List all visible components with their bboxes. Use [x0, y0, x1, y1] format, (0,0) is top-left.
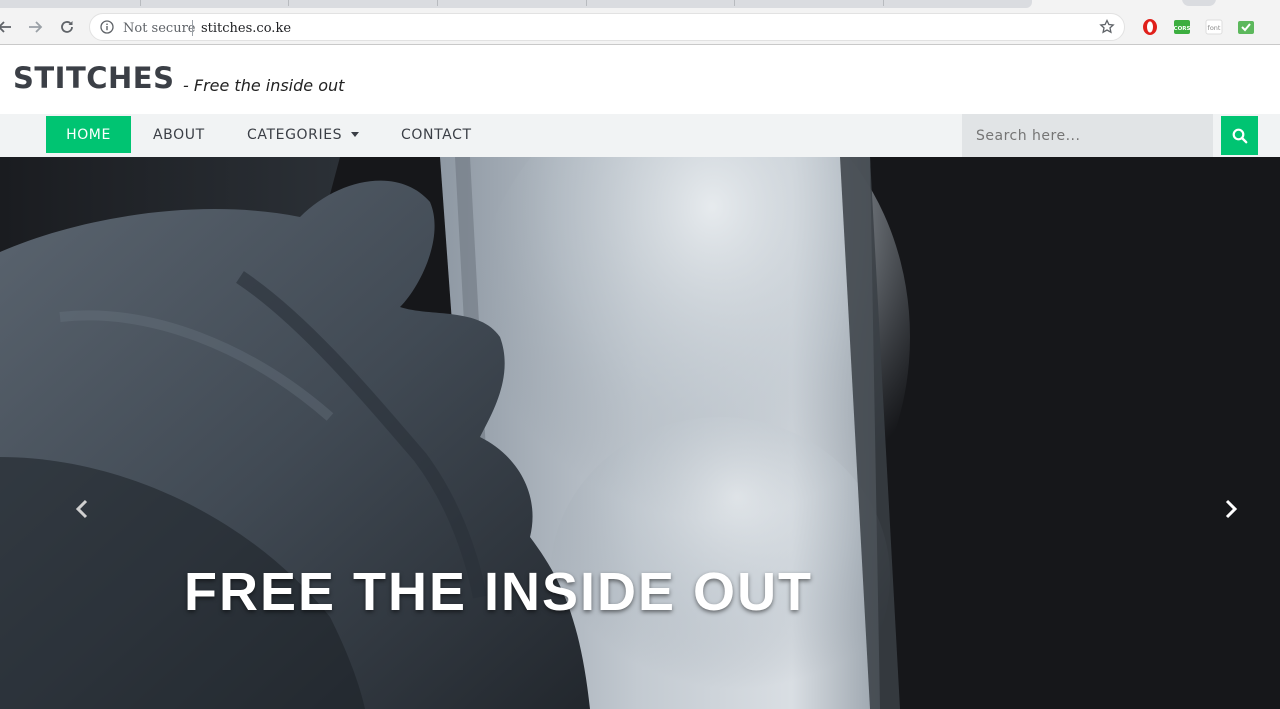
reload-icon [61, 21, 73, 33]
info-icon[interactable] [100, 20, 114, 34]
nav-item-categories-label: CATEGORIES [247, 126, 343, 143]
svg-text:CORS: CORS [1174, 26, 1191, 32]
bookmark-star-icon[interactable] [1099, 19, 1115, 35]
carousel-prev-button[interactable] [72, 497, 92, 521]
tab-separator [734, 0, 735, 6]
hero-carousel: FREE THE INSIDE OUT [0, 157, 1280, 709]
site-brand[interactable]: STITCHES [13, 61, 175, 95]
check-icon[interactable] [1237, 18, 1255, 36]
forward-arrow-icon [29, 21, 43, 33]
back-arrow-icon [0, 21, 11, 33]
chevron-left-icon [75, 499, 88, 519]
main-navigation: HOME ABOUT CATEGORIES CONTACT [0, 114, 1280, 157]
tab-strip [0, 0, 1280, 10]
font-icon[interactable]: font [1205, 18, 1223, 36]
reload-button[interactable] [56, 16, 78, 38]
back-button[interactable] [0, 16, 16, 38]
nav-item-about[interactable]: ABOUT [153, 116, 205, 153]
carousel-next-button[interactable] [1221, 497, 1241, 521]
search-icon [1232, 128, 1247, 143]
divider [192, 20, 193, 36]
chevron-right-icon [1225, 499, 1238, 519]
profile-avatar[interactable] [1182, 0, 1216, 6]
nav-item-home[interactable]: HOME [46, 116, 131, 153]
tab-separator [437, 0, 438, 6]
url-text[interactable]: stitches.co.ke [201, 21, 291, 36]
svg-text:font: font [1208, 24, 1221, 32]
tab-separator [140, 0, 141, 6]
caret-down-icon [351, 132, 360, 137]
search-input[interactable] [962, 114, 1213, 157]
tab-separator [586, 0, 587, 6]
site-tagline: - Free the inside out [183, 76, 345, 95]
opera-icon[interactable] [1141, 18, 1159, 36]
site-header: STITCHES - Free the inside out [0, 46, 1280, 114]
cors-icon[interactable]: CORS [1173, 18, 1191, 36]
tabs-bar[interactable] [0, 0, 1032, 8]
forward-button[interactable] [24, 16, 46, 38]
nav-item-categories[interactable]: CATEGORIES [247, 116, 360, 153]
address-bar[interactable]: Not secure stitches.co.ke [89, 13, 1125, 41]
hero-image [0, 157, 1280, 709]
tab-separator [288, 0, 289, 6]
hero-caption: FREE THE INSIDE OUT [184, 562, 814, 622]
search-button[interactable] [1221, 116, 1258, 155]
tab-separator [883, 0, 884, 6]
security-label[interactable]: Not secure [123, 21, 195, 36]
browser-toolbar: Not secure stitches.co.ke CORS font [0, 10, 1280, 45]
nav-item-contact[interactable]: CONTACT [401, 116, 472, 153]
